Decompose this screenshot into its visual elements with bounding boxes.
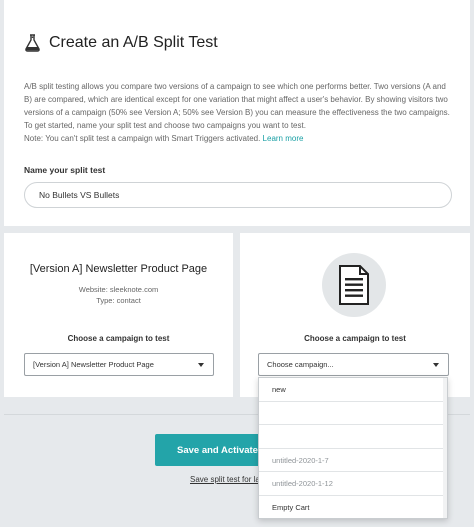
split-test-name-input[interactable] [24, 182, 452, 208]
description-note: Note: You can't split test a campaign wi… [24, 132, 452, 145]
note-text: Note: You can't split test a campaign wi… [24, 134, 261, 143]
page-title: Create an A/B Split Test [49, 34, 218, 51]
description-text: A/B split testing allows you compare two… [24, 82, 450, 130]
chevron-down-icon [198, 363, 204, 367]
learn-more-link[interactable]: Learn more [263, 134, 304, 143]
dropdown-option[interactable] [259, 402, 447, 425]
description: A/B split testing allows you compare two… [24, 80, 452, 145]
dropdown-option[interactable]: new [259, 378, 447, 402]
flask-icon [24, 34, 41, 52]
version-b-campaign-select[interactable]: Choose campaign... [258, 353, 449, 376]
dropdown-scrollbar[interactable] [443, 378, 447, 518]
version-b-card: Choose a campaign to test Choose campaig… [240, 233, 470, 397]
dropdown-option[interactable]: Empty Cart [259, 496, 447, 519]
version-a-website: Website: sleeknote.com [78, 285, 159, 294]
version-a-selected-value: [Version A] Newsletter Product Page [33, 360, 154, 369]
chevron-down-icon [433, 363, 439, 367]
dropdown-option[interactable] [259, 425, 447, 449]
document-icon [339, 265, 369, 305]
version-a-card: [Version A] Newsletter Product Page Webs… [4, 233, 233, 397]
version-a-type: Type: contact [96, 296, 141, 305]
version-a-title: [Version A] Newsletter Product Page [29, 263, 208, 275]
version-a-choose-label: Choose a campaign to test [67, 334, 170, 343]
page-title-row: Create an A/B Split Test [24, 34, 218, 52]
version-a-campaign-select[interactable]: [Version A] Newsletter Product Page [24, 353, 214, 376]
split-test-header-card: Create an A/B Split Test A/B split testi… [4, 0, 470, 226]
version-b-choose-label: Choose a campaign to test [304, 334, 406, 343]
document-icon-circle [322, 253, 386, 317]
split-test-name-label: Name your split test [24, 165, 106, 175]
version-b-placeholder: Choose campaign... [267, 360, 334, 369]
dropdown-option[interactable]: untitled-2020-1-12 [259, 472, 447, 496]
dropdown-option[interactable]: untitled-2020-1-7 [259, 449, 447, 472]
campaign-dropdown-list[interactable]: new untitled-2020-1-7 untitled-2020-1-12 Em… [258, 377, 448, 519]
